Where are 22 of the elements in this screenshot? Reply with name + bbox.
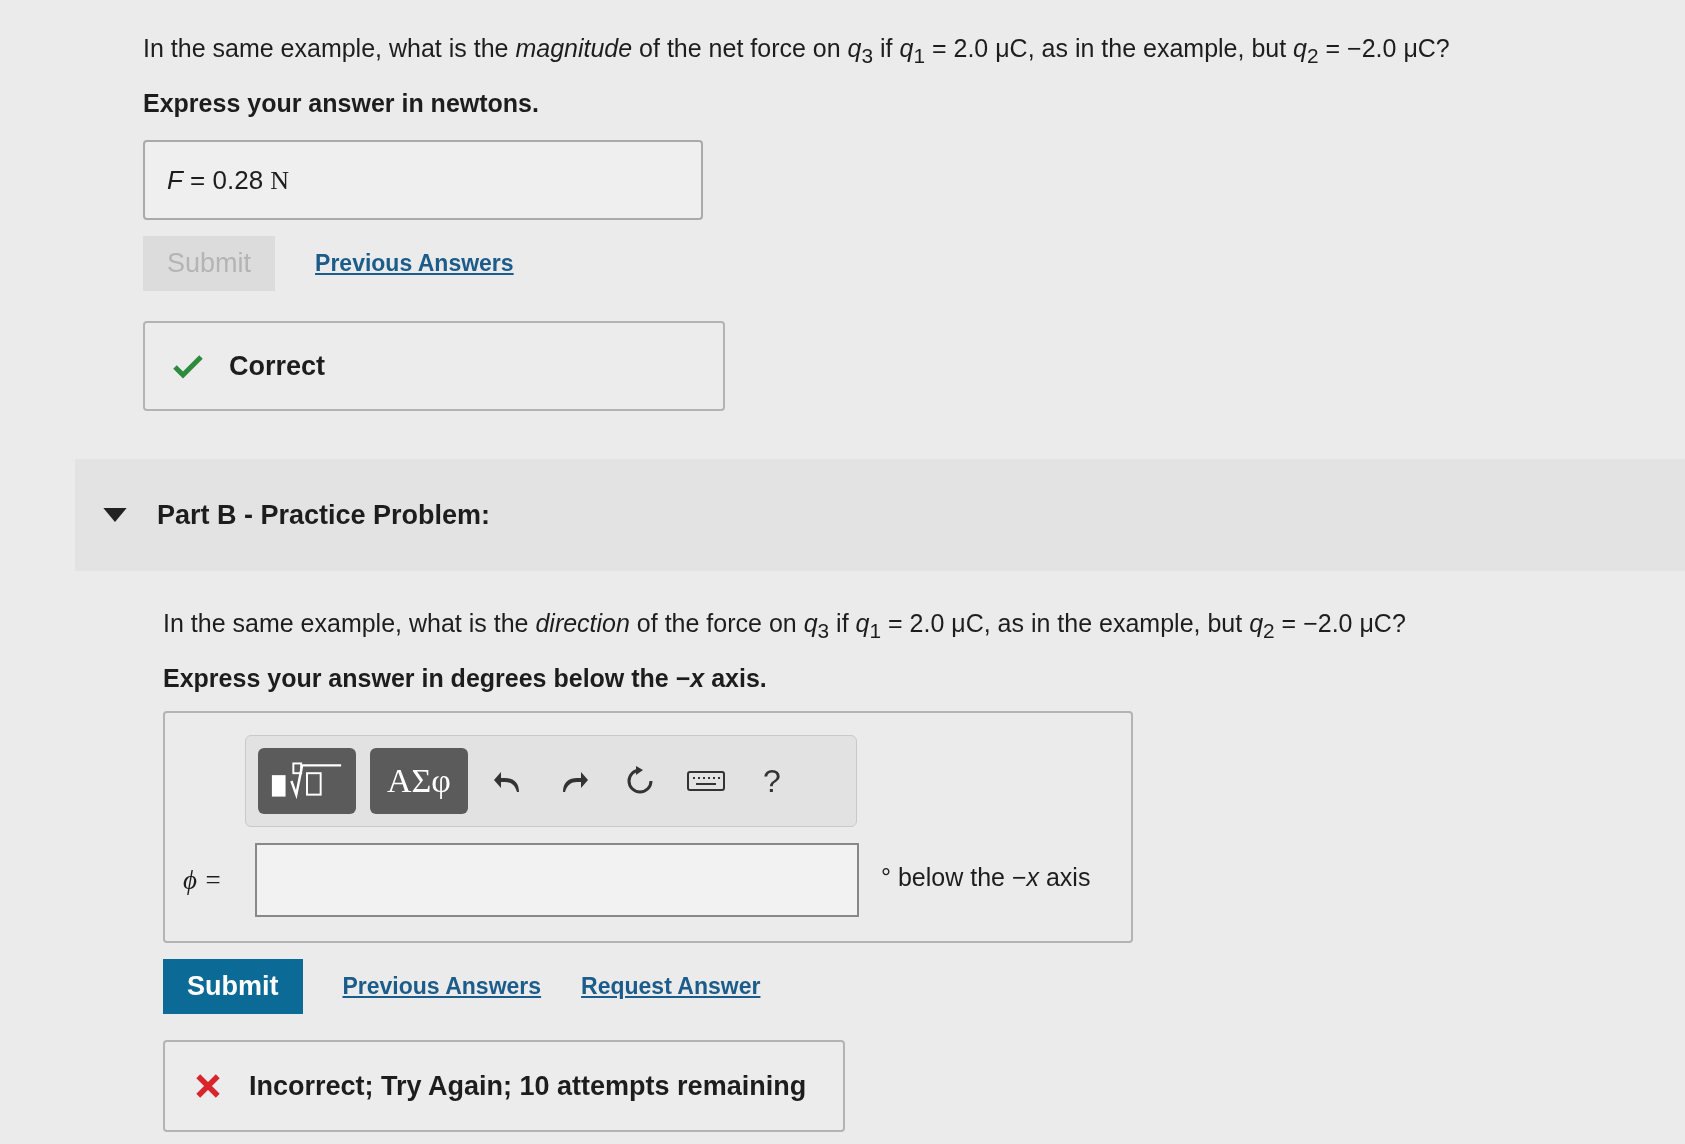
caret-icon [103, 508, 127, 523]
symbols-button[interactable]: ΑΣφ [370, 748, 468, 815]
question-text: In the same example, what is the magnitude of the net force on q$_{3}$ if q$_{1}$ = 2.0 μC, as in the example, but q$_{2}$ = −2.0 μC? [143, 33, 1451, 69]
instruction-text: Express your answer in degrees below the −x axis. [163, 664, 768, 694]
feedback-text: Incorrect; Try Again; 10 attempts remaining [249, 1070, 807, 1102]
submit-button[interactable]: Submit [163, 959, 303, 1015]
answer-input[interactable] [255, 843, 859, 918]
part-header[interactable]: Part B - Practice Problem: [75, 459, 1685, 572]
request-answer-link[interactable]: Request Answer [581, 973, 761, 1001]
question-text: In the same example, what is the direction of the force on q$_{3}$ if q$_{1}$ = 2.0 μC, as in the example, but q$_{2}$ = −2.0 μC? [163, 608, 1407, 645]
instruction-text: Express your answer in newtons. [143, 89, 540, 119]
previous-answers-link[interactable]: Previous Answers [342, 973, 542, 1001]
keyboard-icon [686, 769, 726, 794]
check-icon [173, 353, 203, 380]
feedback-text: Correct [229, 350, 326, 382]
field-label: ϕ = [183, 864, 223, 896]
templates-button[interactable] [258, 748, 356, 815]
help-button[interactable]: ? [746, 748, 798, 815]
previous-answers-link[interactable]: Previous Answers [315, 250, 514, 278]
part-title: Part B - Practice Problem: [157, 499, 491, 531]
answer-display: F = 0.28 N [143, 140, 703, 221]
unit-label: ° below the −x axis [881, 862, 1091, 892]
